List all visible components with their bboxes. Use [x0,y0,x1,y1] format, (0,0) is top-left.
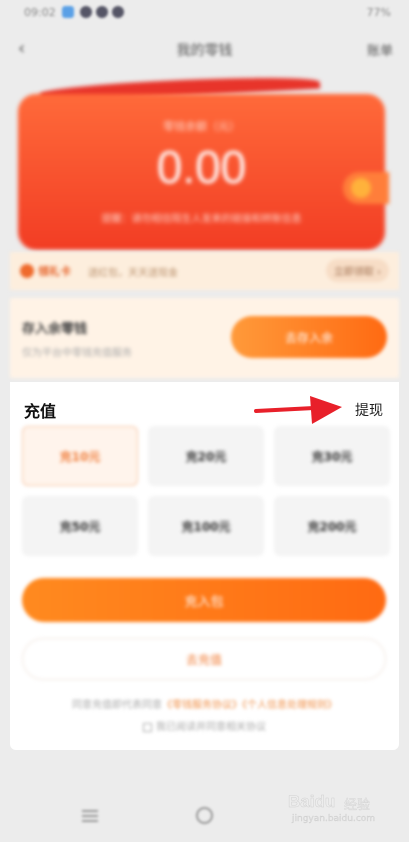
app-notification-icon [96,6,108,18]
privacy-rules-link[interactable]: 《个人信息处理规则》 [242,700,337,711]
watermark-cn: 经验 [344,798,371,813]
page-title: 我的零钱 [176,43,233,59]
watermark-url: jingyan.baidu.com [292,814,376,824]
deposit-title: 存入余零钱 [22,322,88,337]
app-notification-icon [80,6,92,18]
promo-tag: 领礼卡 [38,265,71,278]
withdraw-link[interactable]: 提现 [355,400,383,420]
balance-amount: 0.00 [156,141,247,193]
coin-icon[interactable] [343,172,389,204]
watermark-brand: Baidu [288,792,336,812]
deposit-section: 存入余零钱 仅为平台中零钱充值服务 去存入余 [10,298,399,378]
recharge-button[interactable]: 去充值 [22,638,386,680]
agreement-prefix: 同意充值即代表同意 [72,700,162,711]
amount-option-50[interactable]: 充50元 [22,496,138,556]
agreement-text: 同意充值即代表同意《零钱服务协议》《个人信息处理规则》 [10,696,399,711]
amount-option-200[interactable]: 充200元 [274,496,390,556]
battery-indicator: 77% [366,6,391,19]
home-icon[interactable] [196,807,213,824]
annotation-arrow-icon [254,396,342,424]
promo-text: 送红包，天天送现金 [88,268,178,279]
amount-option-10[interactable]: 充10元 [22,426,138,486]
bill-link[interactable]: 账单 [367,40,393,59]
amount-option-30[interactable]: 充30元 [274,426,390,486]
recharge-title: 充值 [24,402,57,421]
deposit-button[interactable]: 去存入余 [231,316,387,358]
amount-option-20[interactable]: 充20元 [148,426,264,486]
recharge-panel: 充值 提现 充10元 充20元 充30元 充50元 充100元 充200元 充入… [10,382,399,750]
promo-claim-button[interactable]: 立即领取 › [325,259,389,282]
agreement-check-label: 我已阅读并同意相关协议 [156,722,266,733]
nav-bar: ‹ 我的零钱 账单 [0,30,409,70]
notification-icon [62,6,74,18]
service-agreement-link[interactable]: 《零钱服务协议》 [162,700,242,711]
agreement-checkbox-row[interactable]: 我已阅读并同意相关协议 [10,718,399,733]
promo-banner[interactable]: 领礼卡 送红包，天天送现金 立即领取 › [10,252,399,290]
pay-button[interactable]: 充入包 [22,578,386,622]
app-notification-icon [112,6,124,18]
agreement-checkbox[interactable] [143,722,152,732]
menu-icon[interactable] [82,810,98,822]
status-bar: 09:02 77% [0,0,409,28]
gift-icon [20,264,34,278]
watermark-logo: Baidu 经验 jingyan.baidu.com [280,790,390,834]
deposit-subtitle: 仅为平台中零钱充值服务 [22,348,132,359]
balance-note: 提醒：请勿相信陌生人发来的链接和转账信息 [101,214,302,225]
balance-label: 零钱余额（元） [163,120,240,133]
wallet-card: 零钱余额（元） 0.00 提醒：请勿相信陌生人发来的链接和转账信息 [18,94,389,250]
amount-option-100[interactable]: 充100元 [148,496,264,556]
status-time: 09:02 [24,6,56,19]
